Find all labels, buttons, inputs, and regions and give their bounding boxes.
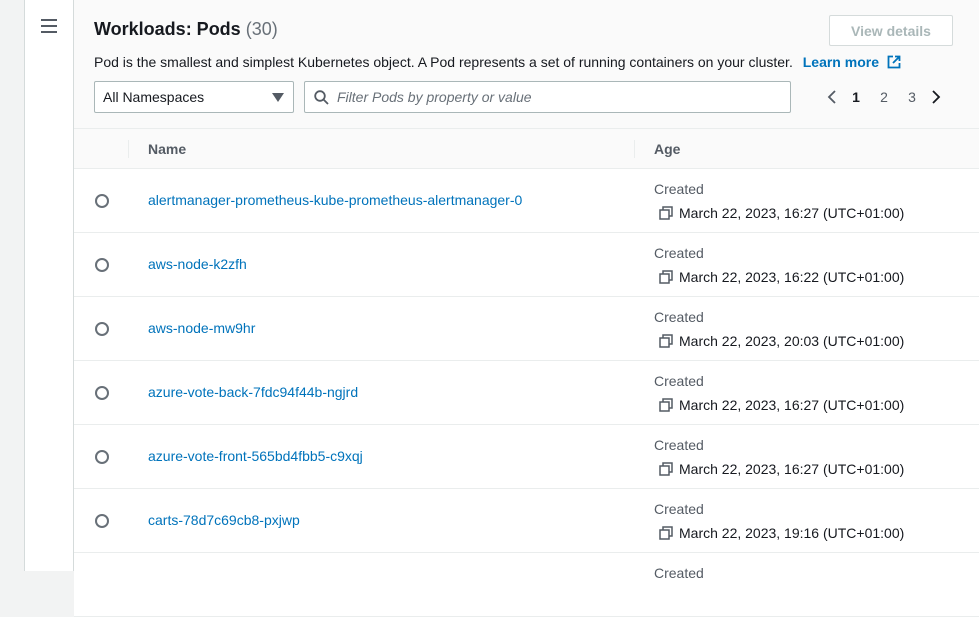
copy-icon[interactable] <box>659 270 673 284</box>
created-label: Created <box>654 437 704 453</box>
pod-name-link[interactable]: alertmanager-prometheus-kube-prometheus-… <box>148 192 522 208</box>
row-select-radio[interactable] <box>95 514 109 528</box>
copy-icon[interactable] <box>659 334 673 348</box>
copy-icon[interactable] <box>659 462 673 476</box>
page-title-text: Workloads: Pods <box>94 19 241 39</box>
pod-name-link[interactable]: carts-78d7c69cb8-pxjwp <box>148 512 300 528</box>
page-title: Workloads: Pods (30) <box>94 19 278 40</box>
created-date-text: March 22, 2023, 19:16 (UTC+01:00) <box>679 525 905 541</box>
namespace-select-value: All Namespaces <box>103 89 205 105</box>
chevron-left-icon[interactable] <box>822 87 842 107</box>
table-row: Created <box>74 553 979 617</box>
pod-name-link[interactable]: aws-node-k2zfh <box>148 256 247 272</box>
row-select-radio[interactable] <box>95 194 109 208</box>
table-row: carts-78d7c69cb8-pxjwp Created March 22,… <box>74 489 979 553</box>
panel-header: Workloads: Pods (30) View details Pod is… <box>74 0 979 129</box>
pod-count: (30) <box>245 19 278 39</box>
created-date: March 22, 2023, 16:27 (UTC+01:00) <box>659 397 904 413</box>
panel-description: Pod is the smallest and simplest Kuberne… <box>94 54 901 70</box>
created-date: March 22, 2023, 16:27 (UTC+01:00) <box>659 205 904 221</box>
page-3[interactable]: 3 <box>898 89 926 105</box>
app-left-edge <box>0 0 24 571</box>
created-label: Created <box>654 309 704 325</box>
created-date-text: March 22, 2023, 16:27 (UTC+01:00) <box>679 397 905 413</box>
search-icon <box>314 90 329 105</box>
page-2[interactable]: 2 <box>870 89 898 105</box>
copy-icon[interactable] <box>659 526 673 540</box>
created-label: Created <box>654 373 704 389</box>
created-date-text: March 22, 2023, 20:03 (UTC+01:00) <box>679 333 905 349</box>
row-select-radio[interactable] <box>95 450 109 464</box>
table-row: aws-node-mw9hr Created March 22, 2023, 2… <box>74 297 979 361</box>
column-divider <box>634 140 635 158</box>
created-label: Created <box>654 565 704 581</box>
pods-panel: Workloads: Pods (30) View details Pod is… <box>73 0 979 617</box>
chevron-right-icon[interactable] <box>926 87 946 107</box>
external-link-icon <box>887 55 901 69</box>
table-row: azure-vote-front-565bd4fbb5-c9xqj Create… <box>74 425 979 489</box>
table-row: azure-vote-back-7fdc94f44b-ngjrd Created… <box>74 361 979 425</box>
pod-search-input[interactable] <box>337 82 777 112</box>
created-date: March 22, 2023, 16:27 (UTC+01:00) <box>659 461 904 477</box>
row-select-radio[interactable] <box>95 322 109 336</box>
view-details-button[interactable]: View details <box>829 15 953 46</box>
created-date: March 22, 2023, 20:03 (UTC+01:00) <box>659 333 904 349</box>
pod-filter <box>304 81 791 113</box>
learn-more-label: Learn more <box>802 54 879 70</box>
row-select-radio[interactable] <box>95 386 109 400</box>
learn-more-link[interactable]: Learn more <box>803 54 901 70</box>
pod-name-link[interactable]: azure-vote-back-7fdc94f44b-ngjrd <box>148 384 358 400</box>
menu-icon[interactable] <box>41 19 57 33</box>
caret-down-icon <box>272 93 284 102</box>
created-date: March 22, 2023, 19:16 (UTC+01:00) <box>659 525 904 541</box>
pod-name-link[interactable]: azure-vote-front-565bd4fbb5-c9xqj <box>148 448 363 464</box>
description-text: Pod is the smallest and simplest Kuberne… <box>94 54 793 70</box>
namespace-select[interactable]: All Namespaces <box>94 81 294 113</box>
created-date: March 22, 2023, 16:22 (UTC+01:00) <box>659 269 904 285</box>
pod-name-link[interactable]: aws-node-mw9hr <box>148 320 255 336</box>
table-header: Name Age <box>74 129 979 169</box>
table-row: alertmanager-prometheus-kube-prometheus-… <box>74 169 979 233</box>
created-date-text: March 22, 2023, 16:22 (UTC+01:00) <box>679 269 905 285</box>
row-select-radio[interactable] <box>95 258 109 272</box>
created-label: Created <box>654 181 704 197</box>
copy-icon[interactable] <box>659 398 673 412</box>
page-1[interactable]: 1 <box>842 89 870 105</box>
column-header-name[interactable]: Name <box>148 141 186 157</box>
created-date-text: March 22, 2023, 16:27 (UTC+01:00) <box>679 205 905 221</box>
table-row: aws-node-k2zfh Created March 22, 2023, 1… <box>74 233 979 297</box>
column-header-age[interactable]: Age <box>654 141 680 157</box>
side-nav-rail <box>24 0 73 571</box>
pagination: 1 2 3 <box>822 86 946 108</box>
created-date-text: March 22, 2023, 16:27 (UTC+01:00) <box>679 461 905 477</box>
created-label: Created <box>654 501 704 517</box>
copy-icon[interactable] <box>659 206 673 220</box>
column-divider <box>128 140 129 158</box>
pods-table-body: alertmanager-prometheus-kube-prometheus-… <box>74 169 979 617</box>
created-label: Created <box>654 245 704 261</box>
